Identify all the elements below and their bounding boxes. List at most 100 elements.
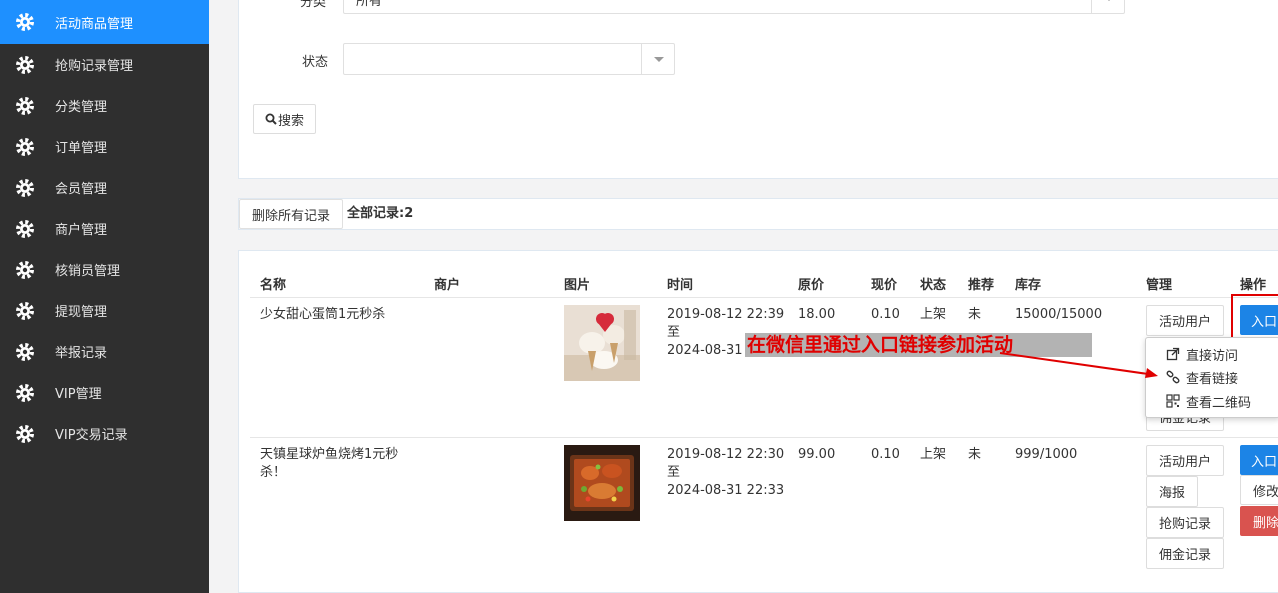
dropdown-item-label: 查看链接	[1186, 371, 1239, 387]
row-recommend: 未	[968, 307, 982, 322]
sidebar-item-vip[interactable]: VIP管理	[0, 372, 209, 413]
sidebar-item-merchants[interactable]: 商户管理	[0, 208, 209, 249]
sidebar-item-label: 活动商品管理	[55, 16, 134, 32]
row-name: 少女甜心蛋筒1元秒杀	[260, 307, 386, 322]
sidebar-item-label: 会员管理	[55, 182, 108, 197]
gear-icon	[16, 383, 34, 402]
gear-icon	[16, 137, 34, 156]
dropdown-item-view-qrcode[interactable]: 查看二维码	[1146, 390, 1278, 412]
row-time-sep: 至	[667, 465, 681, 480]
row-current-price: 0.10	[871, 307, 900, 322]
row-status: 上架	[920, 307, 947, 322]
link-icon	[1166, 370, 1180, 384]
annotation-arrow	[999, 352, 1158, 378]
search-icon	[265, 113, 277, 125]
dropdown-item-direct-visit[interactable]: 直接访问	[1146, 343, 1278, 365]
sidebar-item-label: 核销员管理	[55, 264, 121, 279]
gear-icon	[16, 260, 34, 279]
sidebar-item-label: 举报记录	[55, 346, 108, 361]
col-header-stock: 库存	[1015, 278, 1042, 293]
qrcode-icon	[1166, 394, 1180, 408]
sidebar-item-label: VIP交易记录	[55, 428, 128, 443]
dropdown-item-label: 直接访问	[1186, 348, 1239, 364]
gear-icon	[16, 424, 34, 443]
product-image-grilled-fish	[564, 445, 640, 521]
search-button-label: 搜索	[277, 113, 304, 129]
sidebar-item-category[interactable]: 分类管理	[0, 85, 209, 126]
active-users-button[interactable]: 活动用户	[1146, 445, 1224, 476]
row-original-price: 99.00	[798, 447, 836, 462]
table-divider	[250, 437, 1278, 438]
col-header-status: 状态	[920, 278, 947, 293]
col-header-name: 名称	[260, 278, 287, 293]
sidebar-item-reports[interactable]: 举报记录	[0, 331, 209, 372]
gear-icon	[16, 219, 34, 238]
status-select[interactable]	[343, 43, 675, 75]
active-users-button[interactable]: 活动用户	[1146, 305, 1224, 336]
gear-icon	[16, 301, 34, 320]
col-header-image: 图片	[564, 278, 591, 293]
col-header-current-price: 现价	[871, 278, 898, 293]
sidebar-item-vip-transactions[interactable]: VIP交易记录	[0, 413, 209, 454]
row-recommend: 未	[968, 447, 982, 462]
dropdown-item-label: 查看二维码	[1186, 395, 1252, 411]
sidebar: 活动商品管理 抢购记录管理 分类管理 订单管理 会员管理 商户管理 核销员管理 …	[0, 0, 209, 593]
sidebar-item-orders[interactable]: 订单管理	[0, 126, 209, 167]
commission-records-button[interactable]: 佣金记录	[1146, 538, 1224, 569]
gear-icon	[16, 342, 34, 361]
sidebar-item-verifiers[interactable]: 核销员管理	[0, 249, 209, 290]
gear-icon	[16, 96, 34, 115]
gear-icon	[16, 13, 34, 31]
gear-icon	[16, 55, 34, 74]
total-records: 全部记录:2	[347, 206, 414, 221]
col-header-original-price: 原价	[798, 278, 825, 293]
sidebar-item-withdraw[interactable]: 提现管理	[0, 290, 209, 331]
row-time-start: 2019-08-12 22:30	[667, 447, 785, 462]
col-header-recommend: 推荐	[968, 278, 995, 293]
external-link-icon	[1166, 347, 1180, 361]
col-header-manage: 管理	[1146, 278, 1173, 293]
sidebar-item-label: 提现管理	[55, 305, 108, 320]
dropdown-item-view-link[interactable]: 查看链接	[1146, 366, 1278, 388]
col-header-merchant: 商户	[434, 278, 461, 293]
chevron-down-icon	[1091, 0, 1124, 13]
table-panel	[238, 250, 1278, 593]
purchase-records-button[interactable]: 抢购记录	[1146, 507, 1224, 538]
category-label: 分类	[300, 0, 327, 10]
filter-panel	[238, 0, 1278, 179]
sidebar-item-label: 订单管理	[55, 141, 108, 156]
row-status: 上架	[920, 447, 947, 462]
edit-button[interactable]: 修改	[1240, 475, 1278, 505]
gear-icon	[16, 178, 34, 197]
delete-all-button[interactable]: 删除所有记录	[239, 199, 343, 229]
row-current-price: 0.10	[871, 447, 900, 462]
category-select-value: 所有	[356, 0, 383, 9]
product-image-ice-cream	[564, 305, 640, 381]
row-time-start: 2019-08-12 22:39	[667, 307, 785, 322]
row-original-price: 18.00	[798, 307, 836, 322]
delete-button[interactable]: 删除	[1240, 506, 1278, 536]
row-time-sep: 至	[667, 325, 681, 340]
category-select[interactable]: 所有	[343, 0, 1125, 14]
row-stock: 999/1000	[1015, 447, 1078, 462]
poster-button[interactable]: 海报	[1146, 476, 1198, 507]
sidebar-item-purchase-records[interactable]: 抢购记录管理	[0, 44, 209, 85]
sidebar-item-activity-goods[interactable]: 活动商品管理	[0, 0, 209, 44]
table-divider	[250, 297, 1278, 298]
col-header-time: 时间	[667, 278, 694, 293]
col-header-operation: 操作	[1240, 278, 1267, 293]
sidebar-item-members[interactable]: 会员管理	[0, 167, 209, 208]
row-stock: 15000/15000	[1015, 307, 1103, 322]
row-time-end: 2024-08-31	[667, 343, 743, 358]
row-name: 天镇星球炉鱼烧烤1元秒	[260, 447, 399, 462]
row-time-end: 2024-08-31 22:33	[667, 483, 785, 498]
sidebar-item-label: 分类管理	[55, 100, 108, 115]
sidebar-item-label: VIP管理	[55, 387, 102, 402]
sidebar-item-label: 商户管理	[55, 223, 108, 238]
status-label: 状态	[302, 55, 329, 70]
sidebar-item-label: 抢购记录管理	[55, 59, 134, 74]
entry-button[interactable]: 入口	[1240, 445, 1278, 475]
row-name-cont: 杀！	[260, 465, 287, 480]
chevron-down-icon	[641, 44, 674, 74]
search-button[interactable]: 搜索	[253, 104, 316, 134]
